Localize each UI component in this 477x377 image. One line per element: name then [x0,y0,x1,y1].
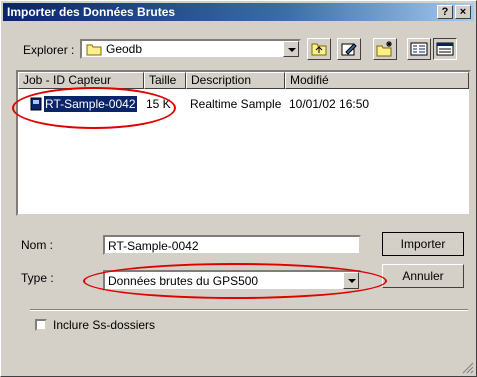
subfolders-label: Inclure Ss-dossiers [53,318,156,332]
chevron-down-icon[interactable] [343,272,359,289]
type-select-value: Données brutes du GPS500 [108,274,259,288]
row-size: 15 K [146,97,171,111]
import-button-label: Importer [400,237,446,251]
list-view-icon [410,42,428,56]
type-label: Type : [21,271,54,285]
edit-button[interactable] [337,38,361,60]
folder-icon [86,44,102,56]
explorer-combo[interactable]: Geodb [80,39,301,59]
help-button[interactable]: ? [437,5,453,19]
file-list[interactable]: Job - ID Capteur Taille Description Modi… [16,70,471,216]
name-label: Nom : [21,238,54,252]
explorer-label: Explorer : [23,43,75,57]
explorer-folder-name: Geodb [106,42,143,56]
close-button[interactable]: × [455,5,471,19]
chevron-down-icon[interactable] [283,41,299,57]
import-button[interactable]: Importer [382,232,464,256]
file-icon [30,97,42,111]
dialog-title: Importer des Données Brutes [7,5,176,19]
import-dialog: Importer des Données Brutes ? × Explorer… [0,0,477,377]
row-description: Realtime Sample [190,97,282,111]
type-select[interactable]: Données brutes du GPS500 [103,270,361,291]
subfolders-checkbox[interactable] [35,319,47,331]
column-header-description[interactable]: Description [186,72,285,89]
row-job: RT-Sample-0042 [43,95,138,113]
up-folder-icon [311,43,327,56]
cancel-button[interactable]: Annuler [382,264,464,288]
resize-grip-icon[interactable] [462,362,474,374]
list-view-button[interactable] [407,38,431,60]
details-view-icon [436,42,454,56]
pencil-icon [341,43,357,56]
name-input-value: RT-Sample-0042 [108,239,199,253]
column-header-job[interactable]: Job - ID Capteur [18,72,144,89]
row-modified: 10/01/02 16:50 [289,97,370,111]
separator [30,309,468,311]
details-view-button[interactable] [433,38,457,60]
column-header-size[interactable]: Taille [144,72,186,89]
new-folder-button[interactable] [373,38,397,60]
cancel-button-label: Annuler [402,269,444,283]
up-folder-button[interactable] [307,38,331,60]
name-input[interactable]: RT-Sample-0042 [103,235,361,255]
column-header-modified[interactable]: Modifié [285,72,469,89]
new-folder-icon [376,41,392,57]
title-bar: Importer des Données Brutes ? × [3,3,474,21]
